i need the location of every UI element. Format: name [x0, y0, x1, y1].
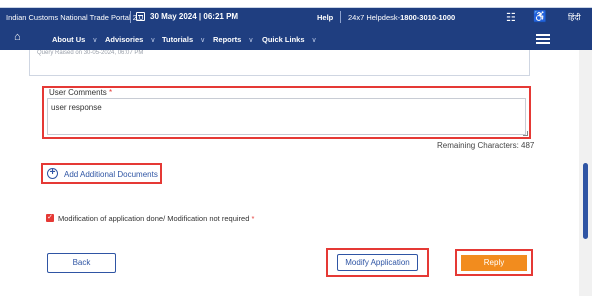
chevron-down-icon: ∨	[248, 37, 254, 44]
nav-about-us[interactable]: About Us ∨	[52, 35, 97, 44]
add-docs-label: Add Additional Documents	[64, 170, 158, 179]
user-comments-textarea[interactable]: user response	[47, 98, 526, 135]
header: Indian Customs National Trade Portal 2.0…	[0, 8, 592, 50]
language-toggle[interactable]: हिंदी	[568, 12, 581, 23]
modify-application-highlight: Modify Application	[326, 248, 429, 277]
top-strip	[0, 0, 592, 8]
back-button[interactable]: Back	[47, 253, 116, 273]
helpdesk-number: 1800-3010-1000	[400, 13, 456, 22]
hamburger-menu-icon[interactable]	[536, 34, 550, 45]
nav-label: About Us	[52, 35, 86, 44]
query-text: Query Raised on 30-05-2024, 06:07 PM	[37, 50, 144, 56]
chevron-down-icon: ∨	[200, 37, 206, 44]
scrollbar-thumb[interactable]	[583, 163, 588, 239]
calendar-icon	[136, 12, 145, 21]
nav-label: Tutorials	[162, 35, 194, 44]
nav-label: Quick Links	[262, 35, 305, 44]
sitemap-icon[interactable]: ☷	[506, 11, 516, 24]
label-text: User Comments	[49, 88, 107, 97]
nav-reports[interactable]: Reports ∨	[213, 35, 253, 44]
remaining-characters: Remaining Characters: 487	[437, 141, 535, 150]
reply-button[interactable]: Reply	[461, 255, 527, 271]
accessibility-icon[interactable]: ♿	[533, 10, 547, 23]
modification-label: Modification of application done/ Modifi…	[58, 214, 254, 223]
required-mark: *	[251, 214, 255, 223]
portal-title: Indian Customs National Trade Portal 2.0	[6, 13, 144, 22]
helpdesk-info: 24x7 Helpdesk-1800-3010-1000	[348, 13, 455, 22]
nav-bar: ⌂ About Us ∨ Advisories ∨ Tutorials ∨ Repor…	[0, 28, 592, 50]
plus-circle-icon: +	[47, 168, 58, 179]
nav-label: Advisories	[105, 35, 144, 44]
help-link[interactable]: Help	[317, 13, 333, 22]
helpdesk-prefix: 24x7 Helpdesk-	[348, 13, 401, 22]
home-icon[interactable]: ⌂	[14, 31, 21, 43]
required-mark: *	[109, 88, 113, 97]
reply-highlight: Reply	[455, 249, 533, 276]
divider	[340, 11, 341, 23]
add-additional-documents-button[interactable]: + Add Additional Documents	[41, 163, 162, 184]
nav-advisories[interactable]: Advisories ∨	[105, 35, 155, 44]
chevron-down-icon: ∨	[150, 37, 156, 44]
resize-grip-icon[interactable]	[523, 131, 528, 136]
query-box: Query Raised on 30-05-2024, 06:07 PM	[29, 50, 530, 76]
nav-tutorials[interactable]: Tutorials ∨	[162, 35, 205, 44]
header-top-row: Indian Customs National Trade Portal 2.0…	[0, 8, 592, 27]
chevron-down-icon: ∨	[311, 37, 317, 44]
chevron-down-icon: ∨	[92, 37, 98, 44]
nav-label: Reports	[213, 35, 242, 44]
nav-quick-links[interactable]: Quick Links ∨	[262, 35, 317, 44]
page: Indian Customs National Trade Portal 2.0…	[0, 0, 592, 296]
user-comments-label: User Comments *	[49, 88, 112, 97]
user-comments-highlight: User Comments * user response	[42, 86, 531, 139]
modification-checkbox[interactable]: ✓	[46, 214, 54, 222]
datetime: 30 May 2024 | 06:21 PM	[150, 12, 239, 21]
modify-application-button[interactable]: Modify Application	[337, 254, 418, 271]
label-text: Modification of application done/ Modifi…	[58, 214, 250, 223]
divider	[130, 11, 131, 23]
